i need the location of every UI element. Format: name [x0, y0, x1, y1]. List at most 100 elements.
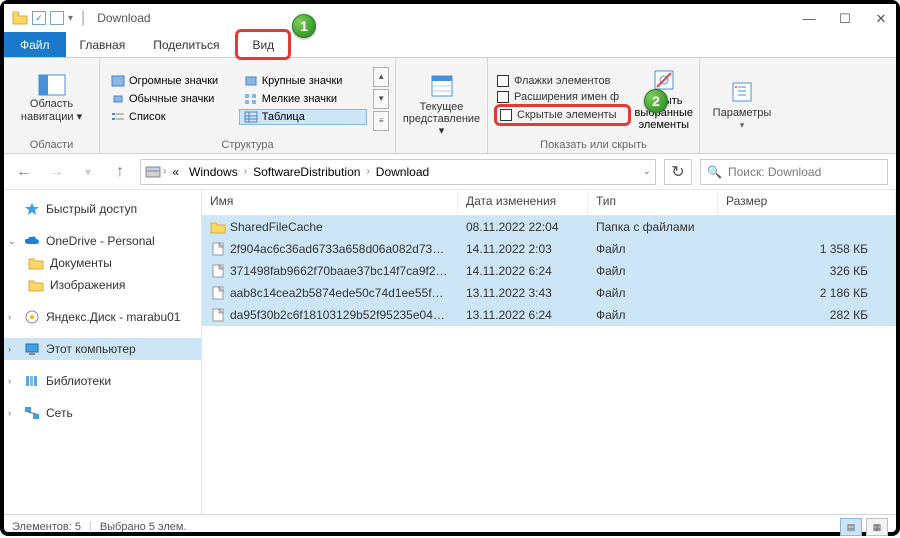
- table-row[interactable]: aab8c14cea2b5874ede50c74d1ee55f03eb...13…: [202, 282, 896, 304]
- qat-dropdown[interactable]: ▾: [68, 13, 73, 24]
- quick-access-toolbar: ✓ ▾ |: [32, 9, 89, 27]
- up-button[interactable]: ↑: [108, 160, 132, 184]
- table-row[interactable]: SharedFileCache08.11.2022 22:04Папка с ф…: [202, 216, 896, 238]
- layout-scroll-up[interactable]: ▲: [373, 67, 389, 87]
- chevron-icon: ›: [8, 376, 18, 386]
- navigation-pane-button[interactable]: Область навигации ▾: [10, 74, 93, 124]
- column-name[interactable]: Имя: [202, 190, 458, 215]
- group-label: Показать или скрыть: [488, 139, 699, 153]
- check-item-flags[interactable]: Флажки элементов: [494, 74, 631, 88]
- tree-yandex-disk[interactable]: ›Яндекс.Диск - marabu01: [4, 306, 201, 328]
- cloud-icon: [24, 234, 40, 248]
- column-type[interactable]: Тип: [588, 190, 718, 215]
- chevron-icon: ⌄: [8, 236, 18, 247]
- tab-home[interactable]: Главная: [66, 32, 140, 57]
- chevron-icon: ›: [8, 312, 18, 322]
- current-view-button[interactable]: Текущее представление ▾: [402, 73, 481, 137]
- file-icon: [210, 308, 226, 322]
- layout-large[interactable]: Крупные значки: [239, 73, 368, 89]
- breadcrumb-segment[interactable]: Download: [372, 165, 433, 179]
- tree-this-pc[interactable]: ›Этот компьютер: [4, 338, 201, 360]
- column-size[interactable]: Размер: [718, 190, 896, 215]
- file-list: SharedFileCache08.11.2022 22:04Папка с ф…: [202, 216, 896, 514]
- view-icon: [244, 93, 258, 105]
- options-icon: [728, 79, 756, 105]
- view-icon: [111, 111, 125, 123]
- window-title: Download: [97, 11, 150, 25]
- maximize-button[interactable]: ☐: [838, 11, 852, 25]
- checkbox-icon: [500, 109, 512, 121]
- view-details-toggle[interactable]: ▤: [840, 518, 862, 536]
- view-icon: [244, 75, 258, 87]
- search-input[interactable]: 🔍 Поиск: Download: [700, 159, 888, 185]
- status-count: Элементов: 5: [12, 521, 81, 533]
- tree-network[interactable]: ›Сеть: [4, 402, 201, 424]
- chevron-right-icon[interactable]: ›: [163, 166, 166, 177]
- navigation-tree: Быстрый доступ ⌄OneDrive - Personal Доку…: [4, 190, 202, 514]
- checkbox-icon: [497, 75, 509, 87]
- tree-libraries[interactable]: ›Библиотеки: [4, 370, 201, 392]
- layout-small[interactable]: Мелкие значки: [239, 91, 368, 107]
- column-headers: Имя Дата изменения Тип Размер: [202, 190, 896, 216]
- network-icon: [24, 406, 40, 420]
- tree-onedrive[interactable]: ⌄OneDrive - Personal: [4, 230, 201, 252]
- qat-item[interactable]: ✓: [32, 11, 46, 25]
- drive-icon: [145, 165, 161, 179]
- view-icons-toggle[interactable]: ▦: [866, 518, 888, 536]
- file-tab[interactable]: Файл: [4, 32, 66, 57]
- chevron-right-icon[interactable]: ›: [366, 166, 369, 177]
- forward-button[interactable]: →: [44, 160, 68, 184]
- status-selected: Выбрано 5 элем.: [100, 521, 187, 533]
- star-icon: [24, 202, 40, 216]
- minimize-button[interactable]: —: [802, 11, 816, 25]
- back-button[interactable]: ←: [12, 160, 36, 184]
- qat-item[interactable]: [50, 11, 64, 25]
- view-icon: [111, 93, 125, 105]
- view-icon: [244, 111, 258, 123]
- pane-icon: [38, 74, 66, 96]
- callout-2: 2: [644, 89, 668, 113]
- layout-list[interactable]: Список: [106, 109, 235, 125]
- view-icon: [428, 73, 456, 99]
- folder-icon: [210, 220, 226, 234]
- breadcrumb-segment[interactable]: SoftwareDistribution: [249, 165, 364, 179]
- table-row[interactable]: 371498fab9662f70baae37bc14f7ca9f24f4f...…: [202, 260, 896, 282]
- chevron-icon: ›: [8, 344, 18, 354]
- recent-dropdown[interactable]: ▾: [76, 160, 100, 184]
- tree-pictures[interactable]: Изображения: [4, 274, 201, 296]
- group-label: Структура: [100, 139, 395, 153]
- check-file-extensions[interactable]: Расширения имен ф: [494, 90, 631, 104]
- file-icon: [210, 264, 226, 278]
- tree-documents[interactable]: Документы: [4, 252, 201, 274]
- refresh-button[interactable]: ↻: [664, 159, 692, 185]
- table-row[interactable]: da95f30b2c6f18103129b52f95235e04bc19...1…: [202, 304, 896, 326]
- column-date[interactable]: Дата изменения: [458, 190, 588, 215]
- layout-medium[interactable]: Обычные значки: [106, 91, 235, 107]
- view-icon: [111, 75, 125, 87]
- check-hidden-items[interactable]: Скрытые элементы: [494, 104, 631, 126]
- disk-icon: [24, 310, 40, 324]
- chevron-right-icon[interactable]: ›: [244, 166, 247, 177]
- tree-quick-access[interactable]: Быстрый доступ: [4, 198, 201, 220]
- pc-icon: [24, 342, 40, 356]
- options-button[interactable]: Параметры ▾: [706, 79, 778, 131]
- breadcrumb-segment[interactable]: « Windows: [168, 165, 241, 179]
- file-icon: [210, 286, 226, 300]
- group-label: Области: [4, 139, 99, 153]
- layout-scroll-down[interactable]: ▼: [373, 89, 389, 109]
- layout-details[interactable]: Таблица: [239, 109, 368, 125]
- tab-view[interactable]: Вид: [235, 29, 291, 60]
- address-bar[interactable]: › « Windows › SoftwareDistribution › Dow…: [140, 159, 656, 185]
- tab-share[interactable]: Поделиться: [139, 32, 233, 57]
- address-dropdown[interactable]: ⌄: [643, 166, 651, 177]
- library-icon: [24, 374, 40, 388]
- table-row[interactable]: 2f904ac6c36ad6733a658d06a082d731576a...1…: [202, 238, 896, 260]
- search-icon: 🔍: [707, 165, 722, 179]
- folder-icon: [28, 256, 44, 270]
- callout-1: 1: [292, 14, 316, 38]
- chevron-icon: ›: [8, 408, 18, 418]
- folder-icon: [28, 278, 44, 292]
- layout-huge[interactable]: Огромные значки: [106, 73, 235, 89]
- layout-expand[interactable]: ≡: [373, 111, 389, 131]
- close-button[interactable]: ✕: [874, 11, 888, 25]
